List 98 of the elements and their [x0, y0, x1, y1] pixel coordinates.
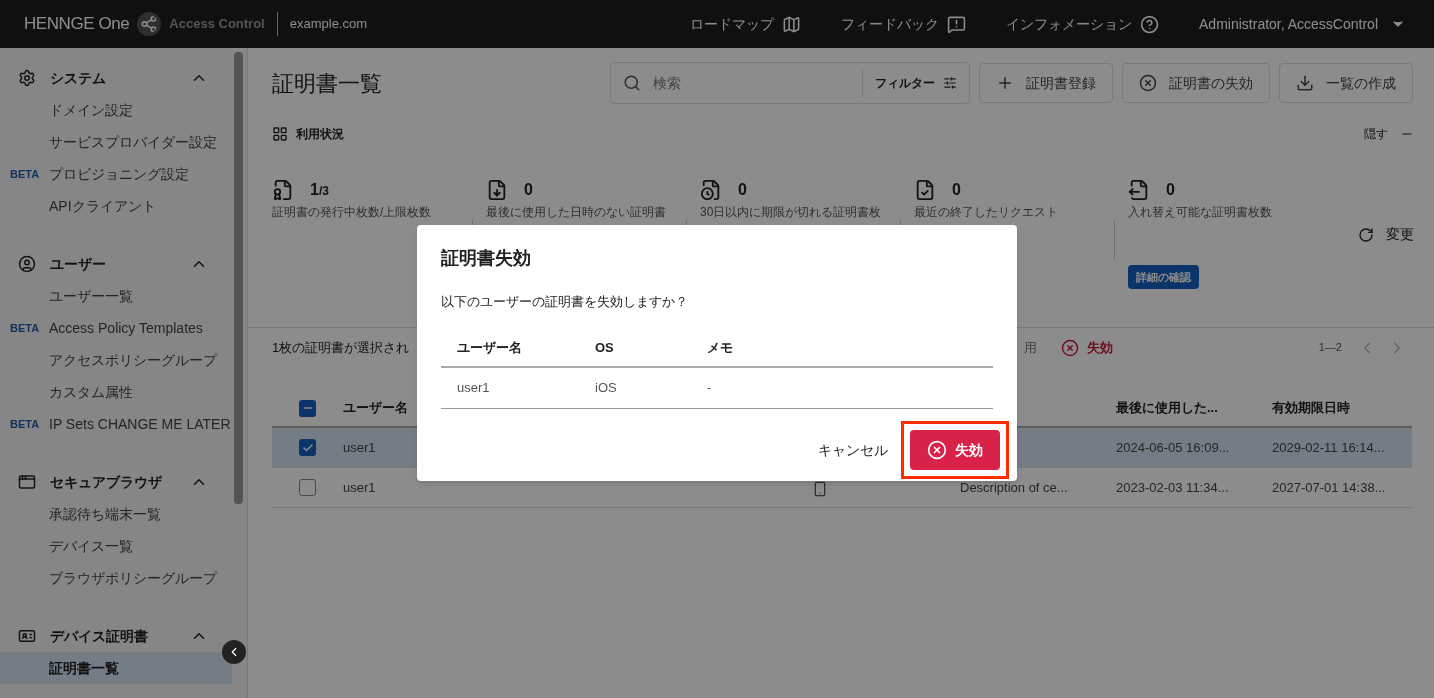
- search-icon: [623, 74, 641, 92]
- sidebar-item[interactable]: カスタム属性: [49, 381, 133, 403]
- toolbar-button[interactable]: 一覧の作成: [1279, 63, 1413, 103]
- table-cell: 2023-02-03 11:34...: [1116, 479, 1229, 495]
- user-icon: [18, 255, 36, 273]
- check-icon: [301, 441, 314, 454]
- sidebar-item[interactable]: APIクライアント: [49, 195, 156, 217]
- collapse-button[interactable]: [222, 640, 246, 664]
- toolbar-button[interactable]: 証明書登録: [979, 63, 1113, 103]
- grid-icon: [272, 126, 288, 142]
- sliders-icon: [943, 76, 957, 90]
- sidebar-item[interactable]: IP Sets CHANGE ME LATER: [49, 413, 231, 435]
- table-cell: Description of ce...: [960, 479, 1068, 495]
- dialog-title: 証明書失効: [441, 247, 532, 270]
- select-all-checkbox[interactable]: [299, 399, 316, 417]
- revoke-button[interactable]: 失効: [1061, 337, 1113, 358]
- column-header: メモ: [707, 338, 734, 357]
- browser-window-icon: [18, 473, 36, 491]
- column-header: ユーザー名: [457, 338, 523, 357]
- nav-link[interactable]: インフォメーション: [1006, 13, 1160, 35]
- sidebar-item[interactable]: サービスプロバイダー設定: [49, 131, 217, 153]
- column-header: OS: [595, 338, 615, 357]
- circle-x-icon: [927, 440, 947, 460]
- beta-tag: BETA: [10, 415, 40, 433]
- search-field[interactable]: 検索 フィルター: [610, 62, 970, 104]
- column-header[interactable]: ユーザー名: [343, 400, 408, 416]
- toolbar-button[interactable]: 証明書の失効: [1122, 63, 1270, 103]
- stat-value: 0: [1166, 180, 1175, 200]
- stat-value: 0: [738, 180, 747, 200]
- circle-x-icon: [1139, 74, 1157, 92]
- table-cell: 2029-02-11 16:14...: [1272, 439, 1385, 455]
- download-icon: [1296, 74, 1314, 92]
- sidebar-item[interactable]: アクセスポリシーグループ: [49, 349, 217, 371]
- sidebar-item[interactable]: ドメイン設定: [49, 99, 133, 121]
- pager-text: 1—2: [1318, 340, 1342, 356]
- details-button[interactable]: 詳細の確認: [1128, 265, 1199, 289]
- table-cell: 2027-07-01 14:38...: [1272, 479, 1386, 495]
- sidebar-item[interactable]: プロビジョニング設定: [49, 163, 189, 185]
- stat-value: 1/3: [310, 180, 329, 200]
- settings-icon: [18, 69, 36, 87]
- share-icon: [137, 12, 162, 36]
- column-header[interactable]: 有効期限日時: [1272, 400, 1350, 416]
- user-menu[interactable]: Administrator, AccessControl: [1199, 13, 1406, 35]
- table-cell-text: iOS: [595, 378, 618, 397]
- sidebar-item[interactable]: Access Policy Templates: [49, 317, 203, 339]
- section-header[interactable]: ユーザー: [0, 248, 232, 280]
- stat-label: 最近の終了したリクエスト: [914, 205, 1059, 220]
- document-check-icon: [914, 179, 936, 201]
- stat-value: 0: [952, 180, 961, 200]
- confirm-revoke-button[interactable]: 失効: [910, 430, 1000, 470]
- change-button[interactable]: 変更: [1358, 224, 1414, 245]
- nav-link[interactable]: ロードマップ: [690, 13, 802, 35]
- document-badge-icon: [272, 179, 294, 201]
- filter-button[interactable]: フィルター: [875, 74, 957, 92]
- dialog-message: 以下のユーザーの証明書を失効しますか？: [441, 293, 689, 311]
- section-header[interactable]: セキュアブラウザ: [0, 466, 232, 498]
- section-header[interactable]: システム: [0, 62, 232, 94]
- page-title: 証明書一覧: [272, 69, 383, 98]
- sidebar-item[interactable]: ブラウザポリシーグループ: [49, 567, 217, 589]
- beta-tag: BETA: [10, 319, 40, 337]
- refresh-icon: [1358, 226, 1374, 243]
- stat-label: 入れ替え可能な証明書枚数: [1128, 205, 1273, 220]
- action-text: 用: [1024, 338, 1037, 357]
- stat-value: 0: [524, 180, 533, 200]
- help-icon: [1140, 14, 1160, 34]
- cancel-button[interactable]: キャンセル: [818, 439, 888, 461]
- row-checkbox[interactable]: [299, 479, 316, 496]
- sidebar-item[interactable]: デバイス一覧: [49, 535, 133, 557]
- brand-logo[interactable]: HENNGE One: [24, 11, 130, 37]
- circle-x-icon: [1061, 338, 1079, 357]
- device-icon: [812, 480, 828, 497]
- document-clock-icon: [700, 179, 722, 201]
- table-cell: user1: [343, 479, 376, 495]
- column-header[interactable]: 最後に使用した...: [1116, 400, 1218, 416]
- plus-icon: [996, 74, 1014, 92]
- sidebar-item[interactable]: ユーザー一覧: [49, 285, 133, 307]
- hide-button[interactable]: 隠す: [1364, 125, 1414, 143]
- table-cell-text: -: [707, 378, 713, 397]
- stat-label: 最後に使用した日時のない証明書: [486, 205, 667, 220]
- stat-label: 30日以内に期限が切れる証明書枚: [700, 205, 883, 220]
- document-download-icon: [486, 179, 508, 201]
- table-cell: user1: [343, 439, 376, 455]
- nav-link[interactable]: フィードバック: [841, 13, 967, 35]
- document-arrow-icon: [1128, 179, 1150, 201]
- domain-name: example.com: [289, 15, 368, 34]
- beta-tag: BETA: [10, 165, 40, 183]
- map-icon: [782, 14, 802, 34]
- scrollbar-thumb[interactable]: [234, 52, 243, 504]
- table-cell: 2024-06-05 16:09...: [1116, 439, 1230, 455]
- row-checkbox[interactable]: [299, 439, 316, 456]
- product-name: Access Control: [169, 15, 265, 34]
- table-cell-text: user1: [457, 378, 491, 397]
- feedback-icon: [947, 14, 967, 34]
- sidebar-item[interactable]: 承認待ち端末一覧: [49, 503, 161, 525]
- section-title: 利用状況: [296, 126, 345, 143]
- stat-label: 証明書の発行中枚数/上限枚数: [272, 205, 433, 220]
- selection-text: 1枚の証明書が選択され: [272, 339, 410, 355]
- id-card-icon: [18, 627, 36, 645]
